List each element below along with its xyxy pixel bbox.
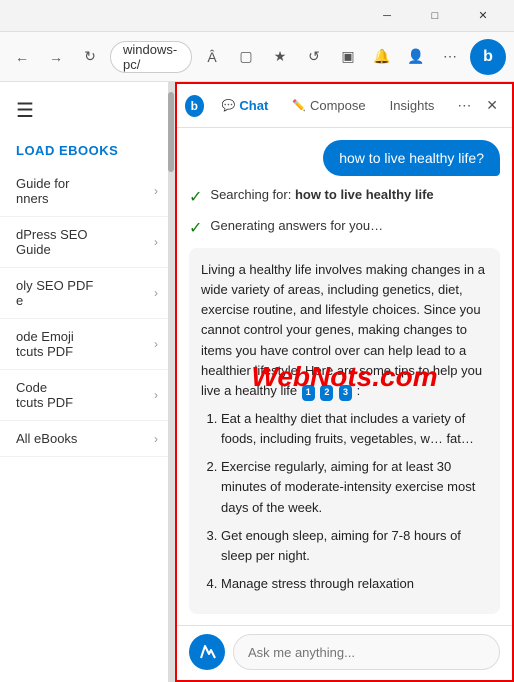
list-item: Get enough sleep, aiming for 7-8 hours o… bbox=[221, 526, 488, 566]
search-query: how to live healthy life bbox=[295, 187, 434, 202]
check-icon-2: ✓ bbox=[189, 218, 202, 238]
address-bar[interactable]: windows-pc/ bbox=[110, 41, 192, 73]
address-text: windows-pc/ bbox=[123, 42, 179, 72]
chevron-right-icon: › bbox=[154, 388, 158, 402]
user-message-bubble: how to live healthy life? bbox=[323, 140, 500, 176]
check-icon: ✓ bbox=[189, 187, 202, 207]
scrollbar-thumb[interactable] bbox=[168, 92, 174, 172]
list-item: Eat a healthy diet that includes a varie… bbox=[221, 409, 488, 449]
answer-box: Living a healthy life involves making ch… bbox=[189, 248, 500, 614]
tab-manager-button[interactable]: ▢ bbox=[232, 43, 260, 71]
status-generating: ✓ Generating answers for you… bbox=[189, 217, 500, 238]
ref-badge-2[interactable]: 2 bbox=[320, 385, 333, 401]
refresh-button[interactable]: ↻ bbox=[76, 43, 104, 71]
chat-input[interactable] bbox=[233, 634, 500, 670]
list-item[interactable]: All eBooks › bbox=[0, 421, 174, 457]
scrollbar[interactable] bbox=[168, 82, 174, 682]
bing-panel-logo: b bbox=[185, 95, 204, 117]
chat-content: WebNots.com how to live healthy life? ✓ … bbox=[177, 128, 512, 625]
hamburger-menu[interactable]: ☰ bbox=[0, 82, 174, 131]
status-searching-text: Searching for: how to live healthy life bbox=[210, 186, 433, 204]
chevron-right-icon: › bbox=[154, 184, 158, 198]
chevron-right-icon: › bbox=[154, 286, 158, 300]
tab-insights[interactable]: Insights bbox=[380, 92, 445, 119]
answer-intro-text: Living a healthy life involves making ch… bbox=[201, 260, 488, 401]
more-options-button[interactable]: ⋯ bbox=[452, 92, 476, 120]
history-button[interactable]: ↺ bbox=[300, 43, 328, 71]
sidebar-item-label: oly SEO PDFe bbox=[16, 278, 93, 308]
tips-list: Eat a healthy diet that includes a varie… bbox=[201, 409, 488, 594]
sidebar-item-label: Guide fornners bbox=[16, 176, 69, 206]
close-button[interactable]: ✕ bbox=[460, 0, 506, 32]
notifications-button[interactable]: 🔔 bbox=[368, 43, 396, 71]
bing-panel: b 💬 Chat ✏️ Compose Insights ⋯ ✕ WebNots… bbox=[175, 82, 514, 682]
insights-tab-label: Insights bbox=[390, 98, 435, 113]
ref-badge-3[interactable]: 3 bbox=[339, 385, 352, 401]
profile-button[interactable]: 👤 bbox=[402, 43, 430, 71]
chevron-right-icon: › bbox=[154, 337, 158, 351]
collections-button[interactable]: ▣ bbox=[334, 43, 362, 71]
tab-compose[interactable]: ✏️ Compose bbox=[282, 92, 375, 119]
list-item[interactable]: dPress SEOGuide › bbox=[0, 217, 174, 268]
sidebar: ☰ LOAD EBOOKS Guide fornners › dPress SE… bbox=[0, 82, 175, 682]
browser-chrome: ← → ↻ windows-pc/ Â ▢ ★ ↺ ▣ 🔔 👤 ⋯ b bbox=[0, 32, 514, 82]
sidebar-item-label: Codetcuts PDF bbox=[16, 380, 73, 410]
compose-tab-icon: ✏️ bbox=[292, 99, 306, 112]
chat-tab-label: Chat bbox=[239, 98, 268, 113]
list-item[interactable]: Guide fornners › bbox=[0, 166, 174, 217]
panel-header: b 💬 Chat ✏️ Compose Insights ⋯ ✕ bbox=[177, 84, 512, 128]
settings-button[interactable]: ⋯ bbox=[436, 43, 464, 71]
sidebar-section-title: LOAD EBOOKS bbox=[0, 131, 174, 166]
read-mode-button[interactable]: Â bbox=[198, 43, 226, 71]
sidebar-item-label: dPress SEOGuide bbox=[16, 227, 88, 257]
ref-badge-1[interactable]: 1 bbox=[302, 385, 315, 401]
favorites-button[interactable]: ★ bbox=[266, 43, 294, 71]
forward-button[interactable]: → bbox=[42, 43, 70, 71]
chevron-right-icon: › bbox=[154, 432, 158, 446]
chat-tab-icon: 💬 bbox=[222, 99, 236, 112]
list-item: Exercise regularly, aiming for at least … bbox=[221, 457, 488, 517]
status-searching: ✓ Searching for: how to live healthy lif… bbox=[189, 186, 500, 207]
tab-chat[interactable]: 💬 Chat bbox=[212, 92, 279, 119]
maximize-button[interactable]: □ bbox=[412, 0, 458, 32]
main-layout: ☰ LOAD EBOOKS Guide fornners › dPress SE… bbox=[0, 82, 514, 682]
user-message-text: how to live healthy life? bbox=[339, 150, 484, 166]
list-item[interactable]: oly SEO PDFe › bbox=[0, 268, 174, 319]
list-item[interactable]: Codetcuts PDF › bbox=[0, 370, 174, 421]
list-item[interactable]: ode Emojitcuts PDF › bbox=[0, 319, 174, 370]
minimize-button[interactable]: ─ bbox=[364, 0, 410, 32]
bing-button[interactable]: b bbox=[470, 39, 506, 75]
compose-tab-label: Compose bbox=[310, 98, 366, 113]
sidebar-item-label: ode Emojitcuts PDF bbox=[16, 329, 74, 359]
back-button[interactable]: ← bbox=[8, 43, 36, 71]
sidebar-item-label: All eBooks bbox=[16, 431, 77, 446]
input-area bbox=[177, 625, 512, 680]
titlebar: ─ □ ✕ bbox=[0, 0, 514, 32]
panel-close-button[interactable]: ✕ bbox=[480, 92, 504, 120]
list-item: Manage stress through relaxation bbox=[221, 574, 488, 594]
bing-logo: b bbox=[483, 48, 493, 66]
bing-input-icon bbox=[189, 634, 225, 670]
chevron-right-icon: › bbox=[154, 235, 158, 249]
status-generating-text: Generating answers for you… bbox=[210, 217, 383, 235]
